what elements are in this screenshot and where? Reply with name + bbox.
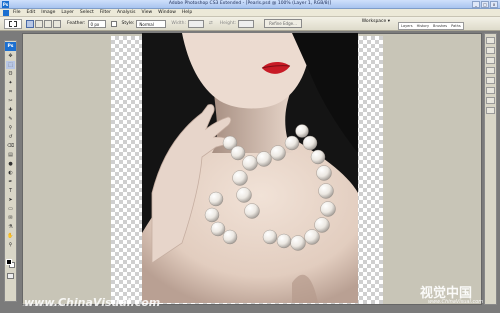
menu-filter[interactable]: Filter: [100, 10, 111, 15]
character-panel-icon[interactable]: [486, 97, 495, 104]
style-label: Style:: [121, 21, 135, 26]
zoom-icon[interactable]: ⚲: [6, 241, 15, 249]
crop-icon[interactable]: ⌗: [6, 88, 15, 96]
menu-view[interactable]: View: [141, 10, 152, 15]
shape-icon[interactable]: ▭: [6, 205, 15, 213]
color-panel-icon[interactable]: [486, 47, 495, 54]
workspace-menu[interactable]: Workspace ▾: [362, 19, 390, 24]
path-select-icon[interactable]: ➤: [6, 196, 15, 204]
title-bar: Ps Adobe Photoshop CS3 Extended - [Pearl…: [0, 0, 500, 9]
tab-history[interactable]: History: [417, 24, 429, 28]
magic-wand-icon[interactable]: ✦: [6, 79, 15, 87]
style-select[interactable]: Normal: [136, 19, 167, 28]
window-controls: _ □ x: [472, 1, 498, 8]
move-icon[interactable]: ✥: [6, 52, 15, 60]
marquee-icon: [9, 20, 17, 27]
notes-icon[interactable]: ✉: [6, 214, 15, 222]
add-selection-icon[interactable]: [35, 19, 43, 28]
blur-icon[interactable]: ●: [6, 160, 15, 168]
collapsed-panel-dock: [484, 33, 497, 305]
eraser-icon[interactable]: ⌫: [6, 142, 15, 150]
swatches-panel-icon[interactable]: [486, 57, 495, 64]
menu-file[interactable]: File: [13, 10, 21, 15]
tab-paths[interactable]: Paths: [451, 24, 461, 28]
brush-icon[interactable]: ✎: [6, 115, 15, 123]
paragraph-panel-icon[interactable]: [486, 107, 495, 114]
anti-alias-checkbox[interactable]: [110, 20, 117, 27]
navigator-panel-icon[interactable]: [486, 37, 495, 44]
foreground-color-swatch[interactable]: [6, 259, 12, 265]
history-brush-icon[interactable]: ↺: [6, 133, 15, 141]
dodge-icon[interactable]: ◐: [6, 169, 15, 177]
options-bar: Feather: 0 px Style: Normal Width: ⇄ Hei…: [0, 17, 500, 31]
hand-icon[interactable]: ✋: [6, 232, 15, 240]
height-input[interactable]: [238, 19, 255, 28]
maximize-button[interactable]: □: [481, 1, 489, 8]
window-title: Adobe Photoshop CS3 Extended - [Pearls.p…: [168, 1, 332, 6]
menu-layer[interactable]: Layer: [61, 10, 74, 15]
menu-select[interactable]: Select: [80, 10, 94, 15]
width-input[interactable]: [187, 19, 204, 28]
feather-input[interactable]: 0 px: [87, 19, 106, 28]
document-photo[interactable]: [142, 33, 358, 303]
menu-bar: File Edit Image Layer Select Filter Anal…: [0, 9, 500, 17]
feather-label: Feather:: [67, 21, 86, 26]
refine-edge-button[interactable]: Refine Edge...: [264, 19, 302, 28]
menu-image[interactable]: Image: [41, 10, 55, 15]
menu-app-icon: [3, 9, 9, 16]
subtract-selection-icon[interactable]: [44, 19, 52, 28]
minimize-button[interactable]: _: [472, 1, 480, 8]
type-icon[interactable]: T: [6, 187, 15, 195]
pen-icon[interactable]: ✒: [6, 178, 15, 186]
tab-layers[interactable]: Layers: [401, 24, 413, 28]
clone-stamp-icon[interactable]: ⚲: [6, 124, 15, 132]
new-selection-icon[interactable]: [26, 19, 34, 28]
watermark-url: www.ChinaVisual.com: [428, 299, 484, 305]
styles-panel-icon[interactable]: [486, 67, 495, 74]
close-button[interactable]: x: [490, 1, 498, 8]
tool-preset-picker[interactable]: [4, 18, 22, 29]
gradient-icon[interactable]: ▤: [6, 151, 15, 159]
slice-icon[interactable]: ✂: [6, 97, 15, 105]
menu-edit[interactable]: Edit: [27, 10, 36, 15]
eyedropper-icon[interactable]: ⚗: [6, 223, 15, 231]
height-label: Height:: [219, 21, 237, 26]
width-label: Width:: [171, 21, 186, 26]
marquee-icon[interactable]: ⬚: [6, 61, 15, 69]
toolbox: Ps ✥ ⬚ ʘ ✦ ⌗ ✂ ✚ ✎ ⚲ ↺ ⌫ ▤ ● ◐ ✒ T ➤ ▭ ✉…: [4, 40, 17, 302]
quick-mask-icon[interactable]: [7, 273, 14, 279]
menu-window[interactable]: Window: [158, 10, 176, 15]
healing-icon[interactable]: ✚: [6, 106, 15, 114]
intersect-selection-icon[interactable]: [53, 19, 61, 28]
lasso-icon[interactable]: ʘ: [6, 70, 15, 78]
panel-well: Layers History Brushes Paths: [398, 22, 464, 30]
tab-brushes[interactable]: Brushes: [433, 24, 447, 28]
menu-help[interactable]: Help: [182, 10, 192, 15]
info-panel-icon[interactable]: [486, 87, 495, 94]
swap-icon[interactable]: ⇄: [209, 21, 213, 26]
menu-analysis[interactable]: Analysis: [117, 10, 136, 15]
actions-panel-icon[interactable]: [486, 77, 495, 84]
woman-pearls-illustration: [142, 33, 358, 303]
photoshop-logo: Ps: [5, 42, 16, 51]
watermark-left: www.ChinaVisual.com: [24, 296, 161, 309]
